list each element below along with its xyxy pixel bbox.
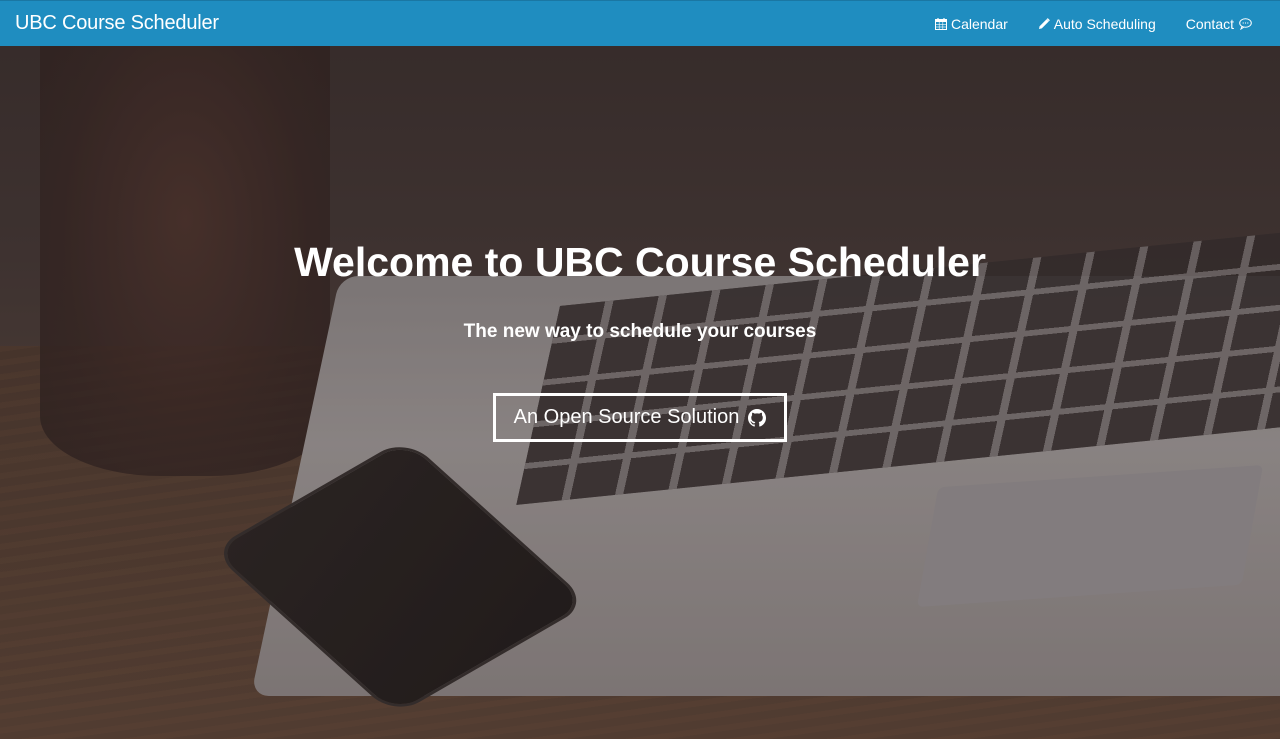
pencil-icon	[1038, 18, 1050, 30]
calendar-icon	[934, 18, 947, 30]
chat-bubble-icon	[1239, 18, 1252, 30]
nav-contact-label: Contact	[1185, 16, 1234, 32]
nav-links: Calendar Auto Scheduling Contact	[905, 1, 1252, 47]
nav-auto-scheduling-label: Auto Scheduling	[1053, 16, 1156, 32]
open-source-button[interactable]: An Open Source Solution	[493, 393, 787, 442]
hero-content: Welcome to UBC Course Scheduler The new …	[0, 46, 1280, 739]
nav-contact-link[interactable]: Contact	[1186, 16, 1252, 32]
github-icon	[748, 408, 767, 427]
page: UBC Course Scheduler Calendar Auto Sched…	[0, 0, 1280, 739]
hero-subtitle: The new way to schedule your courses	[463, 321, 817, 342]
nav-auto-scheduling-link[interactable]: Auto Scheduling	[1038, 16, 1156, 32]
top-navbar: UBC Course Scheduler Calendar Auto Sched…	[0, 0, 1280, 46]
open-source-button-label: An Open Source Solution	[513, 406, 740, 428]
brand-link[interactable]: UBC Course Scheduler	[15, 11, 219, 35]
nav-calendar-link[interactable]: Calendar	[934, 16, 1008, 32]
nav-calendar-label: Calendar	[950, 16, 1008, 32]
hero-title: Welcome to UBC Course Scheduler	[294, 239, 986, 285]
